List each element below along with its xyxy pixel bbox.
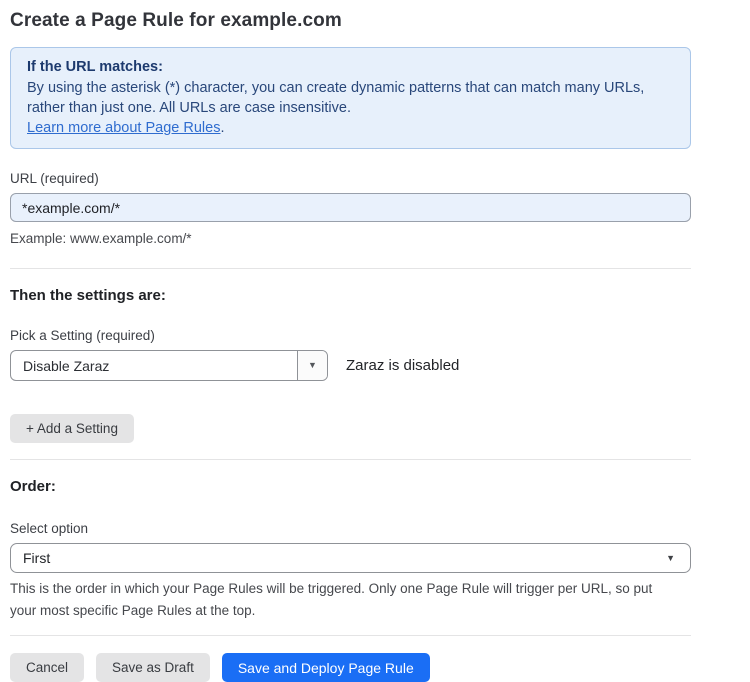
order-select[interactable]: First ▼ xyxy=(10,543,691,573)
setting-row: Disable Zaraz ▼ Zaraz is disabled xyxy=(10,350,691,381)
url-example-text: Example: www.example.com/* xyxy=(10,228,691,249)
order-help-text: This is the order in which your Page Rul… xyxy=(10,578,682,622)
setting-select-value: Disable Zaraz xyxy=(11,351,297,380)
order-select-value: First xyxy=(23,550,50,566)
divider-after-settings xyxy=(10,459,691,460)
page-title: Create a Page Rule for example.com xyxy=(10,10,691,32)
footer-buttons: Cancel Save as Draft Save and Deploy Pag… xyxy=(10,653,691,682)
url-field-label: URL (required) xyxy=(10,171,691,186)
learn-more-link[interactable]: Learn more about Page Rules xyxy=(27,120,220,136)
add-setting-wrap: + Add a Setting xyxy=(10,414,691,443)
info-box-heading: If the URL matches: xyxy=(27,57,674,77)
chevron-down-icon: ▼ xyxy=(308,361,317,370)
page-rule-form: Create a Page Rule for example.com If th… xyxy=(10,10,691,682)
info-box-body: By using the asterisk (*) character, you… xyxy=(27,78,674,118)
url-matches-info-box: If the URL matches: By using the asteris… xyxy=(10,47,691,149)
setting-picker-label: Pick a Setting (required) xyxy=(10,328,691,343)
chevron-down-icon: ▼ xyxy=(666,554,675,563)
divider-before-footer xyxy=(10,635,691,636)
add-setting-button[interactable]: + Add a Setting xyxy=(10,414,134,443)
order-select-label: Select option xyxy=(10,521,691,536)
save-draft-button[interactable]: Save as Draft xyxy=(96,653,210,682)
link-period: . xyxy=(220,120,224,136)
cancel-button[interactable]: Cancel xyxy=(10,653,84,682)
setting-select[interactable]: Disable Zaraz ▼ xyxy=(10,350,328,381)
save-deploy-button[interactable]: Save and Deploy Page Rule xyxy=(222,653,430,682)
order-section-heading: Order: xyxy=(10,478,691,495)
info-box-link-line: Learn more about Page Rules. xyxy=(27,118,674,138)
setting-status-text: Zaraz is disabled xyxy=(346,357,459,374)
setting-select-arrow-button[interactable]: ▼ xyxy=(297,351,327,380)
divider-after-url xyxy=(10,268,691,269)
settings-section-heading: Then the settings are: xyxy=(10,287,691,304)
url-input[interactable] xyxy=(10,193,691,222)
